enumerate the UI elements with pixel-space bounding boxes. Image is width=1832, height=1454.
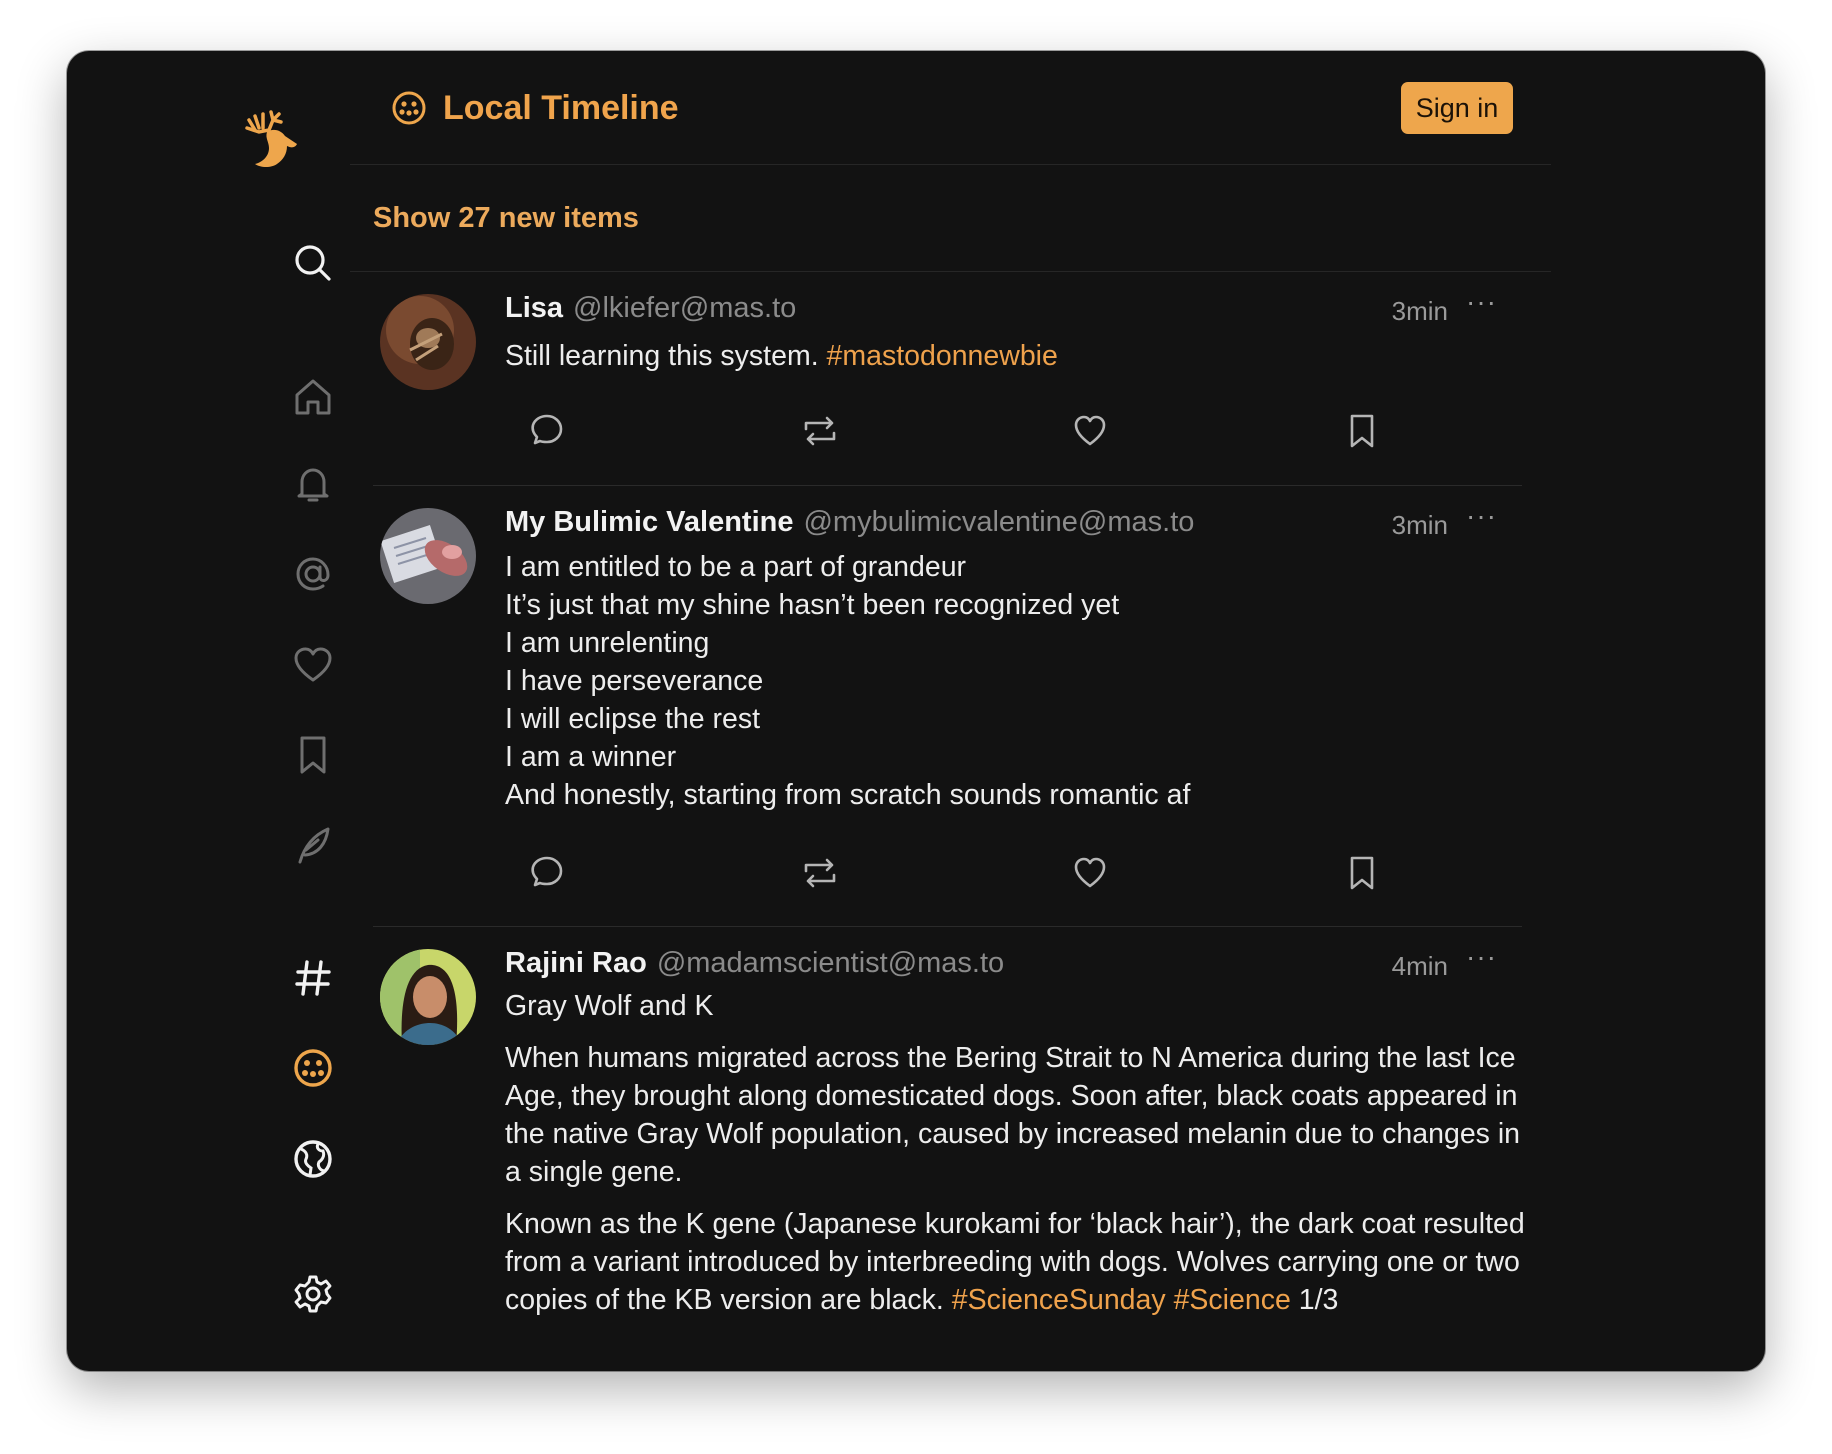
bell-icon[interactable] [292,464,334,506]
status-post[interactable]: My Bulimic Valentine @mybulimicvalentine@… [350,486,1551,927]
bookmark-icon[interactable] [292,734,334,776]
at-icon[interactable] [292,553,334,595]
home-icon[interactable] [292,376,334,418]
thread-counter: 1/3 [1290,1284,1339,1316]
hashtag-icon[interactable] [292,957,334,999]
deer-logo-icon[interactable] [239,106,309,176]
globe-icon[interactable] [292,1138,334,1180]
timeline-header: Local Timeline Sign in [350,51,1551,165]
post-header: Lisa @lkiefer@mas.to 3min ··· [505,286,1515,332]
hashtag-link[interactable]: #ScienceSunday [952,1284,1166,1316]
account-handle[interactable]: @lkiefer@mas.to [573,292,796,324]
status-post[interactable]: Lisa @lkiefer@mas.to 3min ··· Still learn… [350,272,1551,486]
avatar[interactable] [380,294,476,390]
post-paragraph: When humans migrated across the Bering S… [505,1042,1521,1188]
post-content: I am entitled to be a part of grandeur I… [505,548,1525,814]
more-options-button[interactable]: ··· [1466,941,1497,973]
post-line: It’s just that my shine hasn’t been reco… [505,589,1120,621]
timestamp[interactable]: 3min [1392,510,1448,541]
post-line: I will eclipse the rest [505,703,761,735]
display-name[interactable]: Lisa [505,292,563,324]
sidebar [67,51,347,1371]
heart-icon[interactable] [292,644,334,686]
sign-in-button[interactable]: Sign in [1401,82,1513,134]
show-new-items-button[interactable]: Show 27 new items [373,200,639,236]
post-line: I am a winner [505,741,677,773]
status-post[interactable]: Rajini Rao @madamscientist@mas.to 4min ··… [350,927,1551,1371]
more-options-button[interactable]: ··· [1466,286,1497,318]
page-title: Local Timeline [443,89,679,127]
search-icon[interactable] [292,242,334,284]
post-line: I am unrelenting [505,627,710,659]
new-items-banner: Show 27 new items [350,165,1551,272]
post-paragraph: Known as the K gene (Japanese kurokami f… [505,1205,1525,1319]
post-line: And honestly, starting from scratch soun… [505,779,1191,811]
post-content: Still learning this system. #mastodonnew… [505,337,1525,375]
avatar[interactable] [380,949,476,1045]
post-line: I have perseverance [505,665,764,697]
reply-icon[interactable] [527,853,567,893]
post-text: Still learning this system. [505,340,827,372]
post-header: Rajini Rao @madamscientist@mas.to 4min ··… [505,941,1515,987]
boost-icon[interactable] [800,853,840,893]
feather-icon[interactable] [292,824,334,866]
display-name[interactable]: My Bulimic Valentine [505,506,793,538]
timestamp[interactable]: 4min [1392,951,1448,982]
post-title: Gray Wolf and K [505,990,714,1022]
display-name[interactable]: Rajini Rao [505,947,647,979]
boost-icon[interactable] [800,411,840,451]
account-handle[interactable]: @madamscientist@mas.to [657,947,1004,979]
post-header: My Bulimic Valentine @mybulimicvalentine@… [505,500,1515,546]
post-content: Gray Wolf and K When humans migrated acr… [505,987,1525,1319]
hashtag-link[interactable]: #mastodonnewbie [827,340,1058,372]
favourite-icon[interactable] [1070,853,1110,893]
avatar[interactable] [380,508,476,604]
favourite-icon[interactable] [1070,411,1110,451]
bookmark-icon[interactable] [1342,411,1382,451]
hashtag-link[interactable]: #Science [1174,1284,1291,1316]
post-line: I am entitled to be a part of grandeur [505,551,967,583]
post-actions [505,853,1540,893]
local-timeline-icon [391,90,427,126]
post-actions [505,411,1540,451]
bookmark-icon[interactable] [1342,853,1382,893]
gear-icon[interactable] [292,1273,334,1315]
timestamp[interactable]: 3min [1392,296,1448,327]
app-window: Local Timeline Sign in Show 27 new items… [67,51,1765,1371]
local-timeline-icon[interactable] [292,1047,334,1089]
timeline-column: Local Timeline Sign in Show 27 new items… [350,51,1551,1371]
more-options-button[interactable]: ··· [1466,500,1497,532]
account-handle[interactable]: @mybulimicvalentine@mas.to [803,506,1194,538]
reply-icon[interactable] [527,411,567,451]
